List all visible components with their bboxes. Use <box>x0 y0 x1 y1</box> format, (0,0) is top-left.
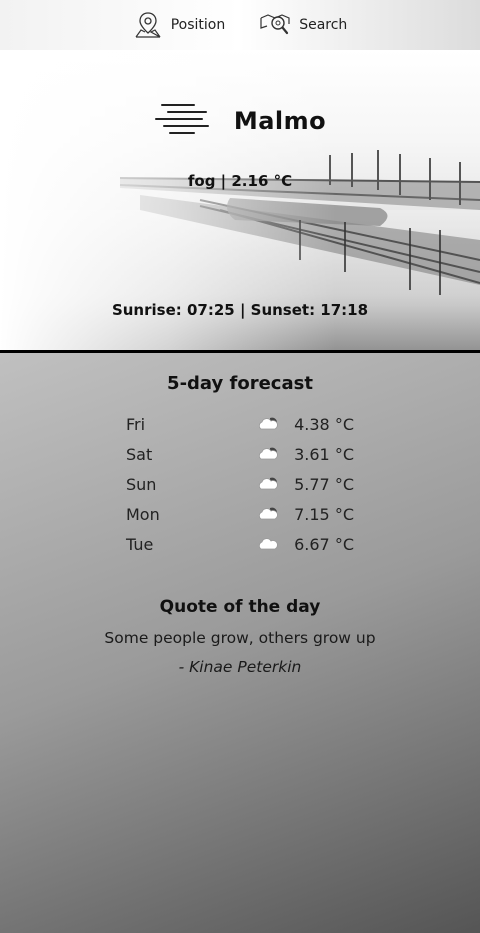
forecast-temp: 7.15 °C <box>294 504 354 524</box>
city-header: Malmo <box>0 102 480 140</box>
cloudy-icon <box>257 415 279 435</box>
cloud-icon <box>257 535 279 555</box>
cloudy-icon <box>257 505 279 525</box>
top-nav-bar: Position Search <box>0 0 480 50</box>
search-button[interactable]: Search <box>251 6 355 44</box>
forecast-row: Sat 3.61 °C <box>126 439 354 469</box>
hero-divider <box>0 350 480 353</box>
city-name: Malmo <box>233 107 327 135</box>
search-map-icon <box>259 10 291 40</box>
quote-title: Quote of the day <box>159 597 321 617</box>
forecast-row: Tue 6.67 °C <box>126 529 354 559</box>
forecast-temp: 4.38 °C <box>294 414 354 434</box>
forecast-day: Mon <box>126 504 160 524</box>
cloudy-icon <box>257 475 279 495</box>
position-button[interactable]: Position <box>125 6 234 44</box>
forecast-temp: 5.77 °C <box>294 474 354 494</box>
forecast-title: 5-day forecast <box>167 373 313 394</box>
position-label: Position <box>170 17 226 33</box>
current-condition-temperature: fog | 2.16 °C <box>187 172 293 190</box>
forecast-row: Fri 4.38 °C <box>126 409 354 439</box>
search-label: Search <box>299 17 348 33</box>
quote-text: Some people grow, others grow up <box>104 629 376 647</box>
sunrise-sunset: Sunrise: 07:25 | Sunset: 17:18 <box>111 301 369 319</box>
forecast-temp: 6.67 °C <box>294 534 354 554</box>
current-weather-panel: Malmo fog | 2.16 °C Sunrise: 07:25 | Sun… <box>0 50 480 350</box>
map-pin-icon <box>133 10 163 40</box>
forecast-day: Tue <box>126 534 154 554</box>
fog-icon <box>154 102 210 140</box>
forecast-day: Sat <box>126 444 153 464</box>
quote-author: - Kinae Peterkin <box>178 658 302 676</box>
cloudy-icon <box>257 445 279 465</box>
forecast-row: Mon 7.15 °C <box>126 499 354 529</box>
forecast-day: Fri <box>126 414 146 434</box>
forecast-day: Sun <box>126 474 157 494</box>
forecast-list: Fri 4.38 °C Sat 3.61 °C Sun 5.77 °C Mon … <box>126 409 354 559</box>
forecast-row: Sun 5.77 °C <box>126 469 354 499</box>
forecast-temp: 3.61 °C <box>294 444 354 464</box>
